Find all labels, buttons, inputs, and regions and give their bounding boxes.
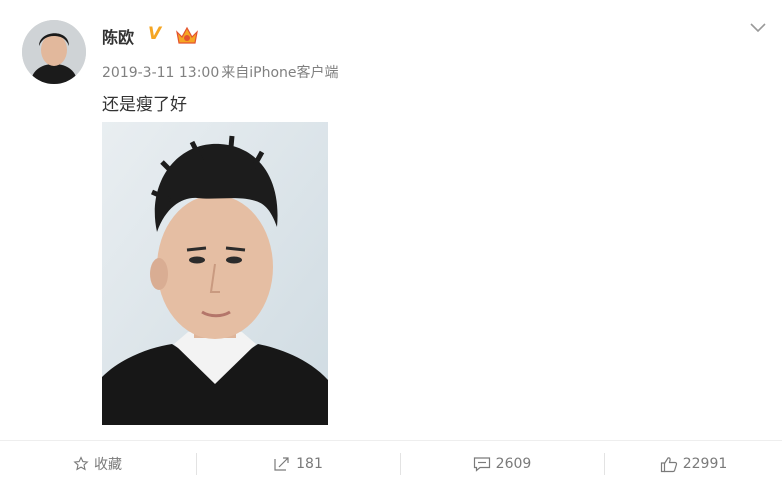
chevron-down-icon[interactable] xyxy=(750,18,766,33)
post-timestamp[interactable]: 2019-3-11 13:00 xyxy=(102,65,219,81)
like-count: 22991 xyxy=(682,456,728,472)
post-text: 还是瘦了好 xyxy=(102,95,187,115)
favorite-label: 收藏 xyxy=(94,457,122,473)
repost-icon xyxy=(274,457,289,471)
username[interactable]: 陈欧 xyxy=(102,24,134,48)
post-source: 来自iPhone客户端 xyxy=(221,65,339,81)
post-meta: 2019-3-11 13:00 来自iPhone客户端 xyxy=(102,62,341,82)
vip-crown-icon xyxy=(174,24,200,46)
avatar[interactable] xyxy=(22,20,86,84)
comment-icon xyxy=(473,457,490,472)
comment-button[interactable]: 2609 xyxy=(401,441,603,487)
favorite-button[interactable]: 收藏 xyxy=(0,441,195,487)
star-icon xyxy=(73,456,89,471)
like-button[interactable]: 22991 xyxy=(605,441,782,487)
verified-badge-icon: V xyxy=(148,24,162,44)
repost-button[interactable]: 181 xyxy=(197,441,399,487)
repost-count: 181 xyxy=(296,456,323,472)
action-bar: 收藏 181 2609 22991 xyxy=(0,440,782,487)
thumbs-up-icon xyxy=(660,456,677,472)
comment-count: 2609 xyxy=(495,456,532,472)
post-photo[interactable] xyxy=(102,122,328,425)
